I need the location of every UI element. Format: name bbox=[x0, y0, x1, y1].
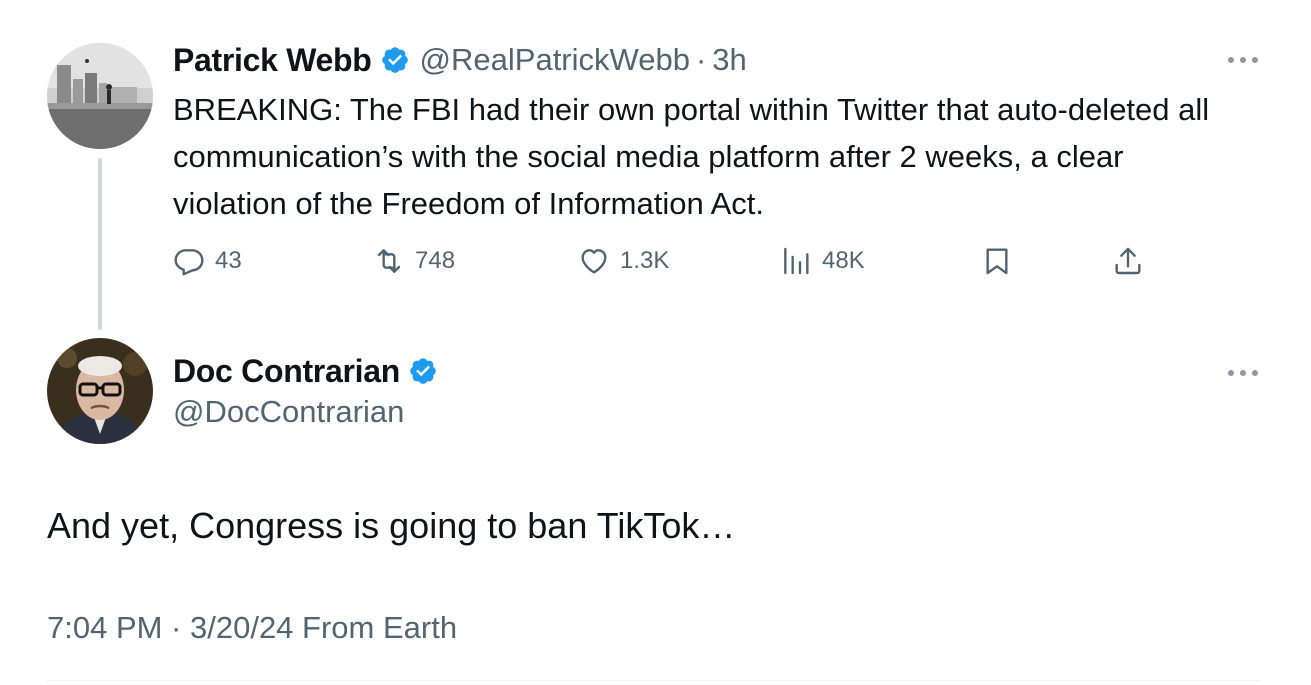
views-icon bbox=[784, 247, 809, 275]
reply-tweet-text: And yet, Congress is going to ban TikTok… bbox=[47, 505, 736, 546]
heart-icon bbox=[581, 249, 607, 274]
parent-tweet-text: BREAKING: The FBI had their own portal w… bbox=[173, 92, 1210, 221]
reply-count: 43 bbox=[215, 247, 242, 274]
bookmark-button[interactable] bbox=[981, 243, 1013, 279]
repost-button[interactable]: 748 bbox=[373, 243, 455, 279]
avatar-beach-image bbox=[47, 43, 153, 149]
divider bbox=[47, 680, 1260, 681]
reply-tweet-header: Doc Contrarian bbox=[173, 350, 438, 392]
reply-author-handle[interactable]: @DocContrarian bbox=[173, 394, 404, 430]
parent-tweet-header: Patrick Webb @RealPatrickWebb · 3h bbox=[173, 40, 747, 80]
thread-connector-line bbox=[98, 158, 102, 330]
views-count: 48K bbox=[822, 247, 865, 274]
verified-badge-icon[interactable] bbox=[380, 45, 410, 75]
bookmark-icon bbox=[986, 248, 1008, 275]
avatar-doc-contrarian[interactable] bbox=[47, 338, 153, 444]
repost-count: 748 bbox=[415, 247, 456, 274]
share-button[interactable] bbox=[1112, 243, 1144, 279]
more-icon[interactable] bbox=[1228, 53, 1258, 67]
repost-icon bbox=[377, 249, 401, 273]
avatar-patrick-webb[interactable] bbox=[47, 43, 153, 149]
share-icon bbox=[1115, 247, 1141, 275]
tweet-timestamp[interactable]: 3h bbox=[712, 42, 746, 78]
reply-tweet-meta[interactable]: 7:04 PM · 3/20/24 From Earth bbox=[47, 610, 457, 646]
verified-badge-icon[interactable] bbox=[408, 356, 438, 386]
reply-author-name[interactable]: Doc Contrarian bbox=[173, 353, 400, 390]
reply-icon bbox=[174, 249, 204, 276]
like-button[interactable]: 1.3K bbox=[578, 243, 669, 279]
separator-dot: · bbox=[695, 42, 707, 77]
avatar-portrait-image bbox=[47, 338, 153, 444]
more-icon[interactable] bbox=[1228, 366, 1258, 380]
author-name[interactable]: Patrick Webb bbox=[173, 42, 372, 79]
reply-button[interactable]: 43 bbox=[173, 243, 242, 279]
author-handle[interactable]: @RealPatrickWebb bbox=[420, 42, 690, 78]
like-count: 1.3K bbox=[620, 247, 670, 274]
views-button[interactable]: 48K bbox=[780, 243, 865, 279]
